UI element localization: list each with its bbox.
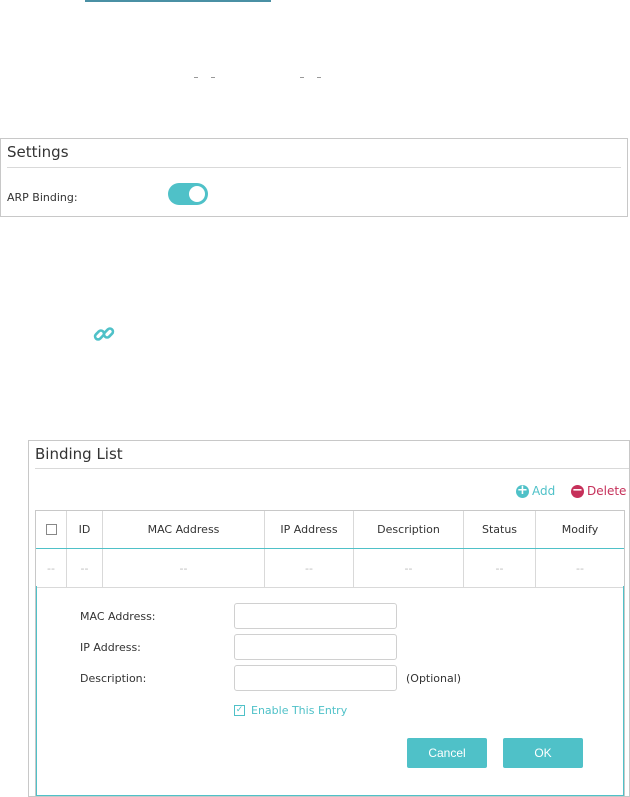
table-header: ID MAC Address IP Address Description St… <box>36 511 624 548</box>
table-cell: -- <box>464 549 536 587</box>
binding-list-divider <box>35 468 629 469</box>
column-header-modify: Modify <box>561 523 599 536</box>
table-cell: -- <box>265 549 354 587</box>
decor-dash <box>300 77 304 78</box>
table-cell: -- <box>354 549 464 587</box>
table-cell: -- <box>36 549 67 587</box>
column-header-description: Description <box>354 511 464 548</box>
settings-panel: Settings ARP Binding: <box>0 138 628 217</box>
decor-dash <box>317 77 321 78</box>
add-button[interactable]: + Add <box>516 484 555 498</box>
description-input[interactable] <box>234 665 397 691</box>
decor-dash <box>211 77 215 78</box>
header-checkbox-cell <box>36 511 67 548</box>
description-label: Description: <box>80 672 147 685</box>
table-cell: -- <box>576 561 584 575</box>
mac-address-input[interactable] <box>234 603 397 629</box>
decor-dash <box>194 77 198 78</box>
mac-address-label: MAC Address: <box>80 610 156 623</box>
enable-entry-label: Enable This Entry <box>251 704 348 717</box>
binding-list-panel: Binding List + Add − Delete ID MAC Addre… <box>28 440 630 797</box>
binding-list-title: Binding List <box>35 445 123 463</box>
add-label: Add <box>532 484 556 498</box>
select-all-checkbox[interactable] <box>45 524 57 535</box>
minus-circle-icon: − <box>571 482 584 498</box>
link-icon <box>93 327 115 341</box>
toggle-knob <box>189 186 205 202</box>
top-link-underline <box>85 0 271 2</box>
delete-label: Delete <box>587 484 627 498</box>
plus-circle-icon: + <box>516 482 529 498</box>
table-cell: -- <box>67 549 103 587</box>
arp-binding-label: ARP Binding: <box>7 191 78 204</box>
cancel-button[interactable]: Cancel <box>407 738 487 768</box>
ip-address-label: IP Address: <box>80 641 141 654</box>
column-header-id: ID <box>67 511 103 548</box>
table-cell: -- <box>103 549 265 587</box>
ok-button[interactable]: OK <box>503 738 583 768</box>
settings-title: Settings <box>7 143 69 161</box>
delete-button[interactable]: − Delete <box>571 484 626 498</box>
enable-entry-row[interactable]: ✓ Enable This Entry <box>234 704 347 717</box>
settings-divider <box>7 167 621 168</box>
arp-binding-toggle[interactable] <box>168 183 208 205</box>
ip-address-input[interactable] <box>234 634 397 660</box>
entry-edit-form: MAC Address: IP Address: Description: (O… <box>36 586 624 796</box>
optional-hint: (Optional) <box>406 672 462 685</box>
column-header-mac: MAC Address <box>103 511 265 548</box>
column-header-status: Status <box>464 511 536 548</box>
column-header-ip: IP Address <box>265 511 354 548</box>
enable-entry-checkbox[interactable]: ✓ <box>234 705 245 716</box>
table-row: -- -- -- -- -- -- -- <box>36 548 624 588</box>
binding-table: ID MAC Address IP Address Description St… <box>35 510 625 797</box>
